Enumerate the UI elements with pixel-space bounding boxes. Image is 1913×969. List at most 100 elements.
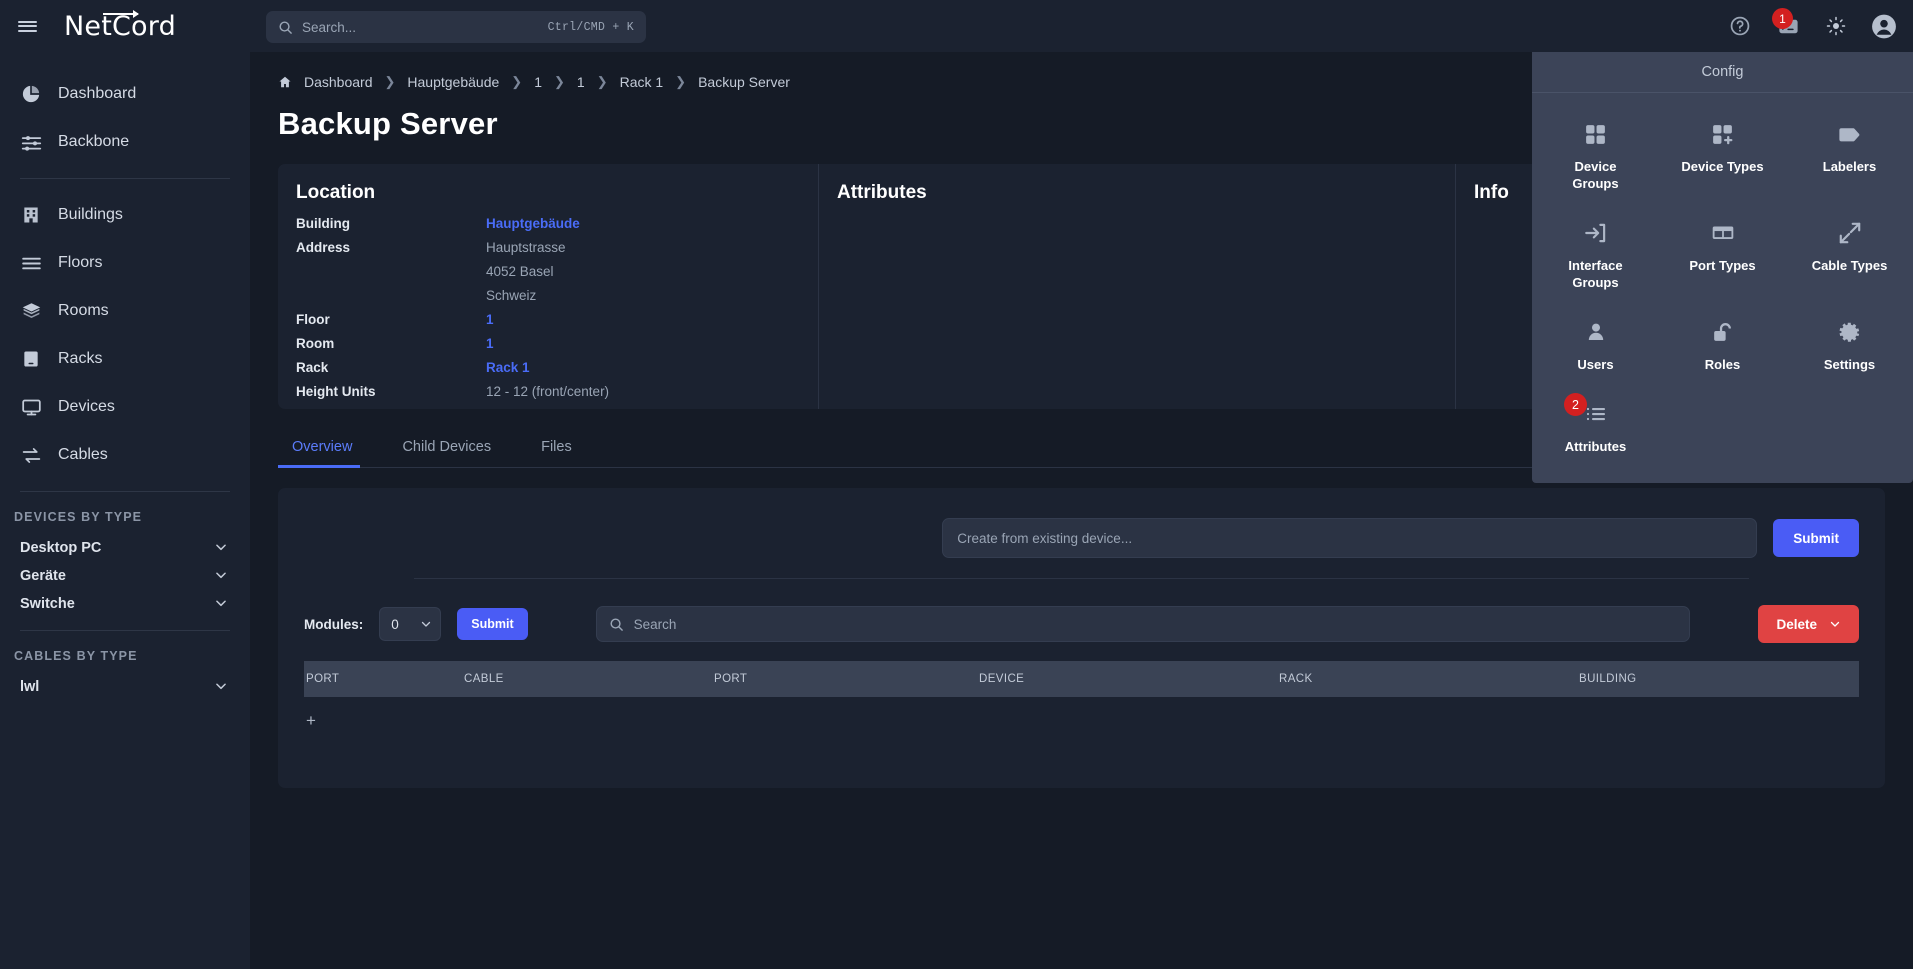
chevron-right-icon: ❯	[385, 74, 396, 90]
breadcrumb-item-floor[interactable]: 1	[534, 74, 542, 90]
tab-overview[interactable]: Overview	[278, 429, 374, 467]
sidebar-item-label: Rooms	[58, 302, 109, 320]
sidebar-item-backbone[interactable]: Backbone	[0, 118, 250, 166]
sidebar-group-label: Switche	[20, 596, 75, 612]
rack-icon	[20, 348, 42, 370]
sidebar-item-floors[interactable]: Floors	[0, 239, 250, 287]
chevron-down-icon	[420, 618, 432, 630]
row-value: Server	[486, 404, 526, 409]
topbar-actions: 1	[1727, 0, 1897, 52]
breadcrumb-item-building[interactable]: Hauptgebäude	[407, 74, 499, 90]
location-row-device-type: Device Type Server	[296, 404, 798, 409]
sidebar-item-label: Cables	[58, 446, 108, 464]
location-row-room: Room 1	[296, 332, 798, 356]
row-value: Hauptstrasse	[486, 236, 566, 260]
breadcrumb-item-rack[interactable]: Rack 1	[620, 74, 664, 90]
row-key	[296, 284, 486, 308]
row-key: Rack	[296, 356, 486, 380]
chevron-right-icon: ❯	[597, 74, 608, 90]
col-rack[interactable]: RACK	[1279, 661, 1579, 697]
delete-button[interactable]: Delete	[1758, 605, 1859, 643]
global-search-input[interactable]: Search... Ctrl/CMD + K	[266, 11, 646, 43]
location-row-rack: Rack Rack 1	[296, 356, 798, 380]
create-from-device-row: Create from existing device... Submit	[304, 510, 1859, 576]
sidebar-item-buildings[interactable]: Buildings	[0, 191, 250, 239]
row-value-link[interactable]: 1	[486, 332, 494, 356]
theme-sun-icon[interactable]	[1823, 13, 1849, 39]
hamburger-icon[interactable]	[0, 0, 54, 52]
chevron-down-icon	[214, 540, 228, 557]
col-cable[interactable]: CABLE	[464, 661, 714, 697]
col-port-a[interactable]: PORT	[304, 661, 464, 697]
home-icon[interactable]	[278, 75, 292, 89]
row-value-link[interactable]: Rack 1	[486, 356, 530, 380]
modules-select[interactable]: 0	[379, 607, 441, 641]
config-item-roles[interactable]: Roles	[1659, 303, 1786, 385]
breadcrumb-item-device[interactable]: Backup Server	[698, 74, 790, 90]
chevron-right-icon: ❯	[554, 74, 565, 90]
config-item-label: Device Groups	[1553, 158, 1639, 192]
sidebar-group-desktop-pc[interactable]: Desktop PC	[0, 534, 250, 562]
chevron-down-icon	[214, 596, 228, 613]
location-card-title: Location	[296, 182, 798, 204]
col-building[interactable]: BUILDING	[1579, 661, 1859, 697]
sidebar-item-devices[interactable]: Devices	[0, 383, 250, 431]
chevron-right-icon: ❯	[511, 74, 522, 90]
row-value: 12 - 12 (front/center)	[486, 380, 609, 404]
tab-files[interactable]: Files	[527, 429, 594, 467]
tag-icon	[1836, 119, 1863, 149]
plus-icon[interactable]: +	[304, 711, 316, 730]
sidebar-item-label: Racks	[58, 350, 102, 368]
grid-squares-icon	[1583, 119, 1608, 149]
add-row-cell: +	[304, 697, 1859, 745]
config-item-settings[interactable]: Settings	[1786, 303, 1913, 385]
user-avatar-icon[interactable]	[1871, 13, 1897, 39]
row-key: Height Units	[296, 380, 486, 404]
search-shortcut-hint: Ctrl/CMD + K	[548, 21, 634, 34]
sidebar-group-lwl[interactable]: lwl	[0, 673, 250, 701]
sidebar-item-cables[interactable]: Cables	[0, 431, 250, 479]
user-icon	[1584, 317, 1608, 347]
sidebar-group-label: lwl	[20, 679, 39, 695]
config-item-cable-types[interactable]: Cable Types	[1786, 204, 1913, 303]
col-port-b[interactable]: PORT	[714, 661, 979, 697]
config-item-label: Port Types	[1689, 257, 1755, 274]
config-item-interface-groups[interactable]: Interface Groups	[1532, 204, 1659, 303]
config-item-port-types[interactable]: Port Types	[1659, 204, 1786, 303]
devices-by-type-heading: DEVICES BY TYPE	[0, 504, 250, 534]
sidebar-item-rooms[interactable]: Rooms	[0, 287, 250, 335]
sidebar-group-geraete[interactable]: Geräte	[0, 562, 250, 590]
sidebar-item-dashboard[interactable]: Dashboard	[0, 70, 250, 118]
table-search-input[interactable]: Search	[596, 606, 1691, 642]
config-item-attributes[interactable]: 2 Attributes	[1532, 385, 1659, 467]
cables-arrows-icon	[20, 444, 42, 466]
config-item-labelers[interactable]: Labelers	[1786, 105, 1913, 204]
config-item-users[interactable]: Users	[1532, 303, 1659, 385]
modules-submit-button[interactable]: Submit	[457, 608, 527, 640]
sidebar-item-racks[interactable]: Racks	[0, 335, 250, 383]
sidebar-item-label: Buildings	[58, 206, 123, 224]
col-device[interactable]: DEVICE	[979, 661, 1279, 697]
breadcrumb-item-dashboard[interactable]: Dashboard	[304, 74, 373, 90]
breadcrumb-item-room[interactable]: 1	[577, 74, 585, 90]
sidebar-group-switche[interactable]: Switche	[0, 590, 250, 618]
modules-toolbar: Modules: 0 Submit Search Delete	[304, 579, 1859, 661]
overview-panel: Create from existing device... Submit Mo…	[278, 488, 1885, 788]
tab-child-devices[interactable]: Child Devices	[388, 429, 513, 467]
config-item-label: Roles	[1705, 356, 1740, 373]
help-icon[interactable]	[1727, 13, 1753, 39]
row-key: Floor	[296, 308, 486, 332]
config-item-device-types[interactable]: Device Types	[1659, 105, 1786, 204]
search-icon	[609, 617, 624, 632]
config-terminal-icon[interactable]: 1	[1775, 13, 1801, 39]
row-value-link[interactable]: 1	[486, 308, 494, 332]
create-submit-button[interactable]: Submit	[1773, 519, 1859, 557]
row-value-link[interactable]: Hauptgebäude	[486, 212, 580, 236]
config-item-device-groups[interactable]: Device Groups	[1532, 105, 1659, 204]
app-logo[interactable]: NetCord	[64, 11, 176, 42]
table-add-row: +	[304, 697, 1859, 745]
sidebar-item-label: Dashboard	[58, 85, 136, 103]
create-from-existing-device-input[interactable]: Create from existing device...	[942, 518, 1757, 558]
expand-arrows-icon	[1837, 218, 1863, 248]
global-search-placeholder: Search...	[302, 20, 548, 35]
